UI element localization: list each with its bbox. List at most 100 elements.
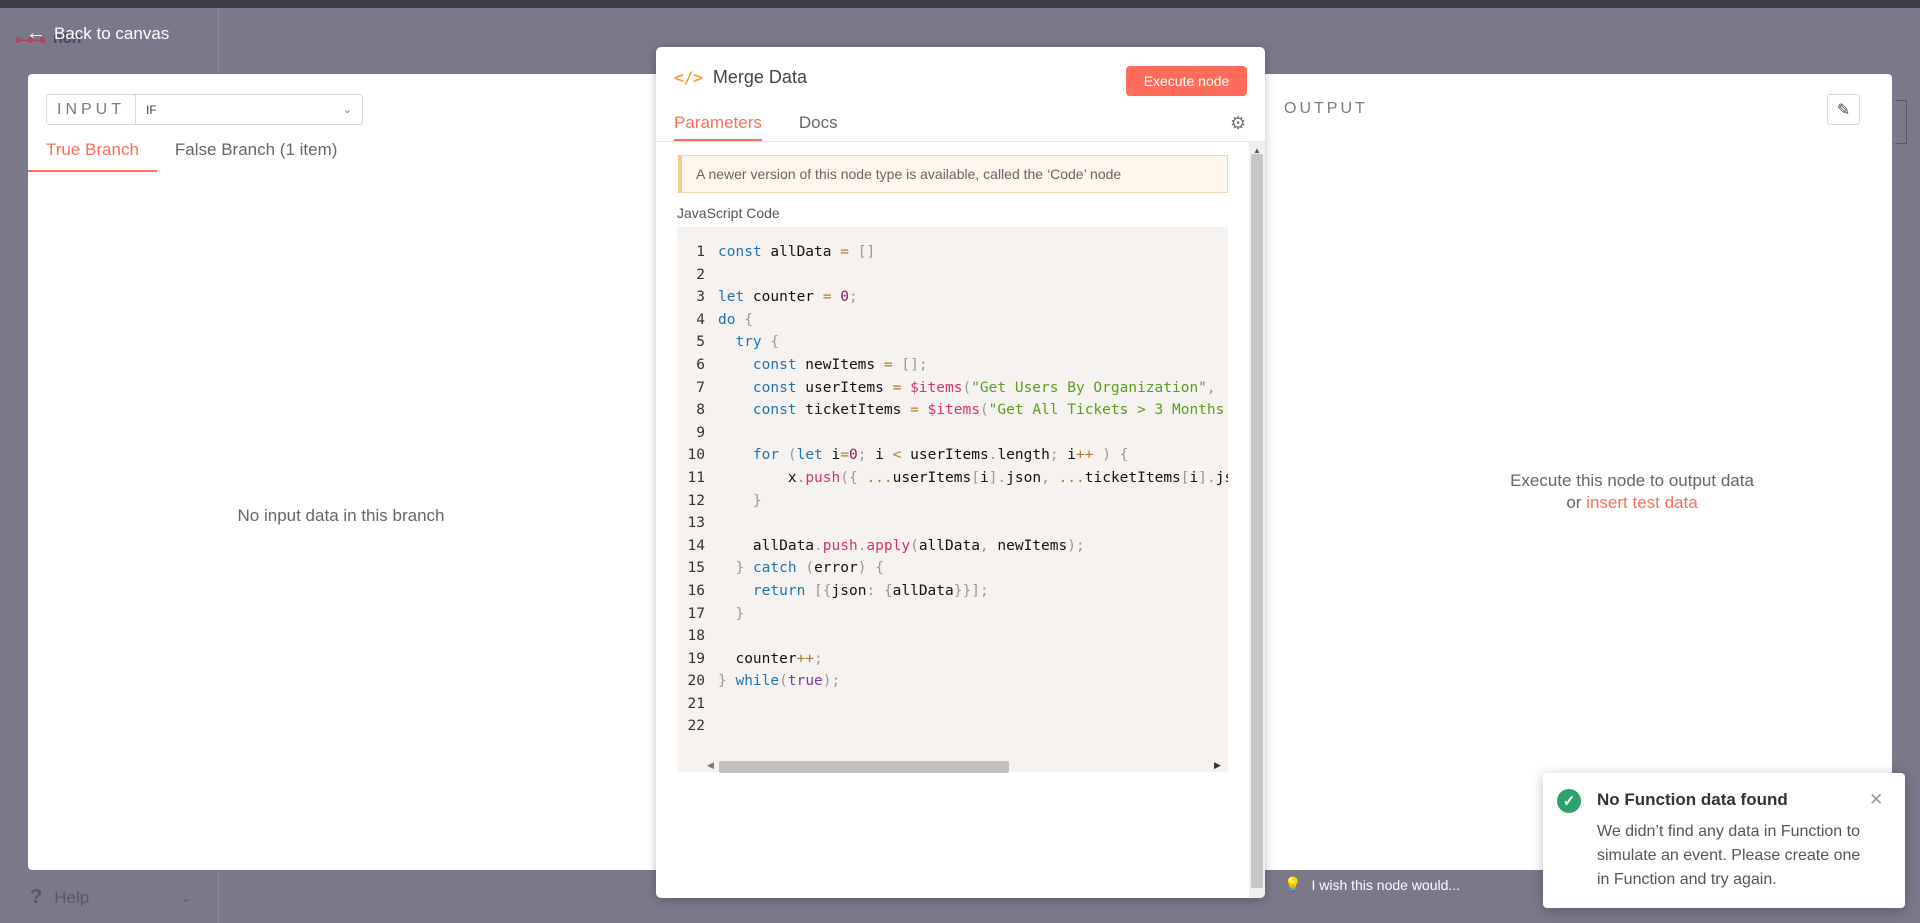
code-line: 18	[677, 625, 1228, 648]
horizontal-scrollbar[interactable]: ◀ ▶	[677, 759, 1228, 773]
code-line: 15 } catch (error) {	[677, 557, 1228, 580]
code-line: 19 counter++;	[677, 648, 1228, 671]
divider	[656, 141, 1265, 142]
node-dialog: </> Merge Data Execute node Parameters D…	[656, 47, 1265, 898]
line-number: 12	[687, 492, 705, 509]
check-circle-icon: ✓	[1557, 789, 1581, 813]
code-line: 4 do {	[677, 309, 1228, 332]
tab-false-branch[interactable]: False Branch (1 item)	[157, 140, 356, 172]
chevron-down-icon: ⌄	[342, 104, 352, 116]
output-label: OUTPUT	[1284, 100, 1368, 117]
top-strip	[0, 0, 1920, 8]
line-number: 13	[687, 515, 705, 532]
code-line: 5 try {	[677, 331, 1228, 354]
chevron-down-icon: ⌄	[181, 890, 192, 905]
edit-output-button[interactable]: ✎	[1827, 94, 1860, 125]
code-text: }	[752, 492, 762, 509]
line-number: 3	[696, 289, 705, 306]
output-or-text: or	[1566, 493, 1582, 512]
line-number: 4	[696, 311, 705, 328]
scroll-left-icon[interactable]: ◀	[707, 760, 714, 771]
code-line: 20 } while(true);	[677, 670, 1228, 693]
line-number: 20	[687, 673, 705, 690]
code-text: const ticketItems = $items("Get All Tick…	[752, 402, 1225, 419]
version-notice: A newer version of this node type is ava…	[678, 155, 1228, 193]
line-number: 8	[696, 402, 705, 419]
input-node-value: IF	[146, 102, 157, 117]
output-panel: OUTPUT ✎ Execute this node to output dat…	[1232, 74, 1892, 870]
line-number: 15	[687, 560, 705, 577]
dialog-tabs: Parameters Docs	[674, 113, 838, 141]
code-line: 17 }	[677, 603, 1228, 626]
toast-title: No Function data found	[1597, 790, 1788, 809]
line-number: 5	[696, 334, 705, 351]
line-number: 19	[687, 650, 705, 667]
scroll-thumb[interactable]	[1251, 154, 1263, 888]
notification-toast: ✓ No Function data found We didn’t find …	[1543, 773, 1905, 908]
input-branch-tabs: True Branch False Branch (1 item)	[28, 140, 355, 172]
code-line: 11 x.push({ ...userItems[i].json, ...tic…	[677, 467, 1228, 490]
input-node-select[interactable]: IF ⌄	[136, 95, 362, 124]
code-editor[interactable]: 1 const allData = [] 2 3 let counter = 0; 4 do…	[677, 227, 1228, 772]
line-number: 7	[696, 379, 705, 396]
insert-test-data-link[interactable]: insert test data	[1586, 493, 1698, 512]
line-number: 11	[687, 469, 705, 486]
code-line: 21	[677, 693, 1228, 716]
code-field-label: JavaScript Code	[677, 205, 780, 221]
input-panel: INPUT IF ⌄ True Branch False Branch (1 i…	[28, 74, 688, 870]
code-text: allData.push.apply(allData, newItems);	[718, 537, 1085, 554]
code-line: 1 const allData = []	[677, 241, 1228, 264]
help-icon: ?	[30, 886, 43, 908]
code-text: } while(true);	[718, 673, 841, 690]
code-line: 14 allData.push.apply(allData, newItems)…	[677, 535, 1228, 558]
scroll-thumb[interactable]	[719, 761, 1009, 773]
code-text: }	[735, 605, 745, 622]
code-lines: 1 const allData = [] 2 3 let counter = 0; 4 do…	[677, 241, 1228, 738]
arrow-left-icon: ←	[26, 22, 46, 44]
toast-message: We didn’t find any data in Function to s…	[1597, 823, 1861, 888]
close-icon[interactable]: ✕	[1869, 790, 1883, 810]
line-number: 17	[687, 605, 705, 622]
code-line: 13	[677, 512, 1228, 535]
code-line: 6 const newItems = [];	[677, 354, 1228, 377]
help-label: Help	[54, 887, 90, 907]
code-line: 2	[677, 264, 1228, 287]
help-menu[interactable]: ? Help ⌄	[30, 886, 191, 909]
code-text: const allData = []	[718, 244, 876, 260]
tab-docs[interactable]: Docs	[799, 113, 838, 141]
code-line: 7 const userItems = $items("Get Users By…	[677, 377, 1228, 400]
output-empty-message: Execute this node to output data or inse…	[1482, 470, 1782, 514]
line-number: 22	[687, 718, 705, 735]
vertical-scrollbar[interactable]: ▲	[1249, 142, 1265, 898]
node-title[interactable]: Merge Data	[713, 67, 807, 88]
code-text: return [{json: {allData}}];	[752, 582, 989, 599]
code-line: 16 return [{json: {allData}}];	[677, 580, 1228, 603]
input-label: INPUT	[47, 95, 136, 124]
code-line: 12 }	[677, 490, 1228, 513]
code-line: 10 for (let i=0; i < userItems.length; i…	[677, 444, 1228, 467]
code-icon: </>	[674, 68, 703, 87]
line-number: 1	[696, 244, 705, 260]
empty-input-message: No input data in this branch	[237, 506, 445, 525]
tab-true-branch[interactable]: True Branch	[28, 140, 157, 172]
execute-node-button[interactable]: Execute node	[1126, 66, 1247, 96]
code-text: try {	[735, 334, 780, 351]
line-number: 9	[696, 424, 705, 441]
code-line: 9	[677, 422, 1228, 445]
feedback-label: I wish this node would...	[1311, 876, 1461, 893]
background-panel-edge	[1895, 100, 1907, 144]
lightbulb-icon: 💡	[1284, 876, 1302, 892]
code-text: const newItems = [];	[752, 356, 928, 373]
code-text: counter++;	[718, 650, 823, 667]
back-to-canvas-button[interactable]: ← Back to canvas	[26, 22, 169, 45]
tab-parameters[interactable]: Parameters	[674, 113, 762, 141]
feedback-link[interactable]: 💡 I wish this node would...	[1284, 876, 1460, 893]
scroll-right-icon[interactable]: ▶	[1214, 760, 1221, 771]
line-number: 18	[687, 628, 705, 645]
gear-icon[interactable]: ⚙	[1230, 113, 1246, 134]
input-header: INPUT IF ⌄	[46, 94, 363, 125]
